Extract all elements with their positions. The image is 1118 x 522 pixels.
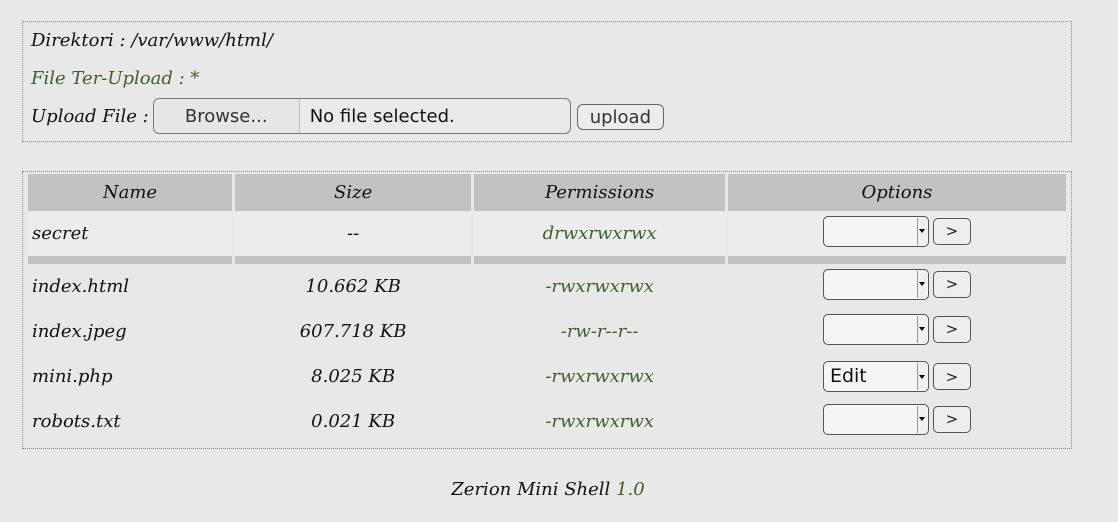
go-button[interactable]: > [932,270,971,298]
dir-name[interactable]: secret [28,211,232,256]
options-cell: > [728,399,1066,444]
chevron-down-icon [916,405,927,433]
separator-cell [234,256,472,264]
file-table: Name Size Permissions Options secret -- … [25,174,1069,444]
upload-row: Upload File : Browse... No file selected… [31,97,665,135]
file-name[interactable]: index.jpeg [28,309,232,354]
options-cell: > [728,264,1066,309]
file-name[interactable]: mini.php [28,354,232,399]
table-header: Name Size Permissions Options [28,174,1066,211]
column-header-permissions: Permissions [474,174,725,211]
file-input[interactable]: Browse... No file selected. [152,98,571,134]
table-separator [28,256,1066,264]
browse-button[interactable]: Browse... [153,99,300,133]
chevron-down-icon [916,315,927,343]
options-cell: > [727,211,1066,256]
table-row: index.html 10.662 KB -rwxrwxrwx > [28,264,1066,309]
column-header-name: Name [28,174,232,211]
dir-permissions: drwxrwxrwx [474,211,725,256]
uploaded-status: File Ter-Upload : * [31,68,200,89]
options-select[interactable] [822,268,929,300]
go-button[interactable]: > [932,217,971,245]
options-select[interactable]: Edit [822,361,929,392]
directory-path[interactable]: /var/www/html/ [131,30,273,51]
footer-title: Zerion Mini Shell [451,479,611,500]
file-size: 8.025 KB [311,366,396,387]
directory-label: Direktori : [31,30,126,51]
options-select-value: Edit [829,365,867,387]
dir-size: -- [234,211,472,256]
options-select[interactable] [822,403,929,435]
separator-cell [474,256,725,264]
file-permissions[interactable]: -rw-r--r-- [474,309,725,354]
table-row: mini.php 8.025 KB -rwxrwxrwx Edit > [28,354,1066,399]
separator-cell [727,256,1066,264]
column-header-size: Size [234,174,472,211]
separator-cell [28,256,232,264]
file-list-panel: Name Size Permissions Options secret -- … [22,171,1072,449]
file-size: 0.021 KB [311,411,396,432]
file-permissions[interactable]: -rwxrwxrwx [474,354,725,399]
file-size: 10.662 KB [305,276,401,297]
options-cell: > [728,309,1066,354]
table-row: secret -- drwxrwxrwx > [28,211,1066,256]
options-select[interactable] [822,215,929,247]
options-select[interactable] [822,313,929,345]
chevron-down-icon [916,270,927,298]
chevron-down-icon [916,217,927,245]
upload-panel: Direktori : /var/www/html/ File Ter-Uplo… [22,21,1072,142]
go-button[interactable]: > [932,405,971,433]
go-button[interactable]: > [932,315,971,343]
options-cell: Edit > [728,354,1066,399]
footer-version: 1.0 [616,479,645,500]
file-permissions[interactable]: -rwxrwxrwx [474,264,725,309]
chevron-down-icon [916,363,927,390]
go-button[interactable]: > [932,363,971,390]
file-name[interactable]: index.html [28,264,232,309]
file-name[interactable]: robots.txt [28,399,232,444]
table-row: index.jpeg 607.718 KB -rw-r--r-- > [28,309,1066,354]
table-row: robots.txt 0.021 KB -rwxrwxrwx > [28,399,1066,444]
no-file-text: No file selected. [309,105,455,127]
file-size: 607.718 KB [299,321,407,342]
column-header-options: Options [727,174,1066,211]
upload-label: Upload File : [31,105,149,127]
footer: Zerion Mini Shell 1.0 [0,479,1096,500]
upload-button[interactable]: upload [576,104,665,130]
directory-line: Direktori : /var/www/html/ [31,30,273,51]
file-permissions[interactable]: -rwxrwxrwx [474,399,725,444]
